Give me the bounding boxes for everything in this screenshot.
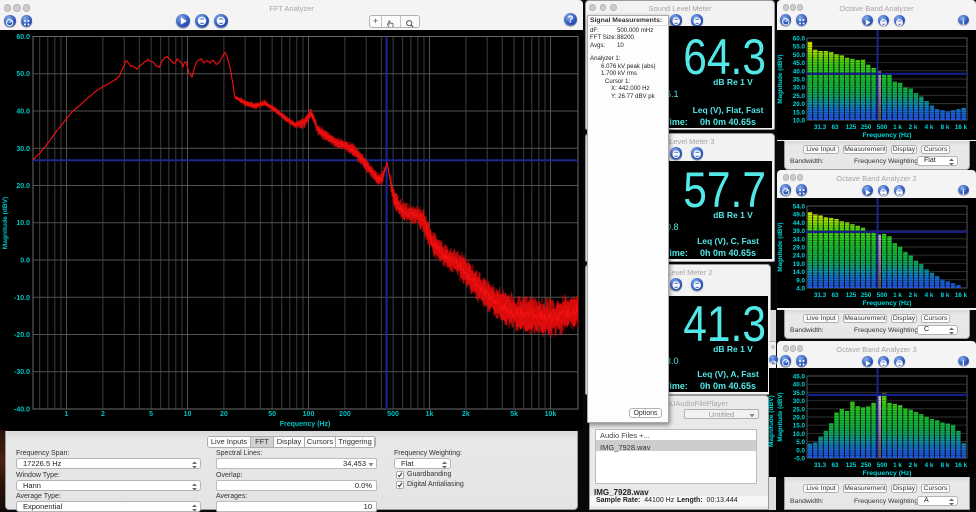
svg-text:54.0: 54.0 — [793, 204, 806, 211]
svg-text:Magnitude (dBV): Magnitude (dBV) — [777, 392, 784, 441]
svg-text:31.3: 31.3 — [814, 292, 827, 299]
svg-text:34.0: 34.0 — [793, 236, 806, 243]
svg-text:Frequency (Hz): Frequency (Hz) — [862, 470, 911, 477]
svg-text:5: 5 — [149, 411, 153, 418]
svg-text:0.0: 0.0 — [796, 447, 805, 454]
svg-text:49.0: 49.0 — [793, 212, 806, 219]
svg-text:-30.0: -30.0 — [14, 369, 30, 376]
svg-text:1: 1 — [65, 411, 69, 418]
svg-text:30.0: 30.0 — [793, 85, 806, 92]
svg-text:50: 50 — [268, 411, 276, 418]
svg-text:60.0: 60.0 — [793, 36, 806, 43]
svg-text:2: 2 — [101, 411, 105, 418]
svg-text:Magnitude (dBV): Magnitude (dBV) — [777, 222, 784, 271]
svg-text:9.0: 9.0 — [796, 277, 805, 284]
svg-text:10: 10 — [184, 411, 192, 418]
svg-text:31.3: 31.3 — [814, 124, 827, 131]
svg-text:Frequency (Hz): Frequency (Hz) — [280, 421, 331, 428]
svg-text:40.0: 40.0 — [16, 109, 30, 116]
svg-text:4 k: 4 k — [925, 462, 934, 469]
svg-text:i: i — [962, 359, 964, 368]
svg-text:4 k: 4 k — [925, 292, 934, 299]
svg-text:2k: 2k — [462, 411, 470, 418]
svg-text:-5.0: -5.0 — [794, 456, 805, 463]
svg-text:1 k: 1 k — [893, 292, 902, 299]
svg-text:4.0: 4.0 — [796, 286, 805, 293]
svg-text:29.0: 29.0 — [793, 245, 806, 252]
svg-text:40.0: 40.0 — [793, 382, 806, 389]
svg-text:1 k: 1 k — [893, 124, 902, 131]
svg-text:44.0: 44.0 — [793, 220, 806, 227]
svg-text:20.0: 20.0 — [793, 415, 806, 422]
svg-text:5k: 5k — [510, 411, 518, 418]
svg-text:i: i — [962, 18, 964, 27]
svg-text:25.0: 25.0 — [793, 93, 806, 100]
svg-text:25.0: 25.0 — [793, 406, 806, 413]
svg-text:500: 500 — [877, 462, 888, 469]
svg-text:16 k: 16 k — [955, 462, 968, 469]
svg-text:15.0: 15.0 — [793, 109, 806, 116]
svg-text:40.0: 40.0 — [793, 68, 806, 75]
svg-text:60.0: 60.0 — [16, 34, 30, 41]
svg-text:8 k: 8 k — [941, 292, 950, 299]
svg-text:16 k: 16 k — [955, 292, 968, 299]
svg-text:-10.0: -10.0 — [14, 295, 30, 302]
svg-text:Frequency (Hz): Frequency (Hz) — [862, 132, 911, 139]
svg-text:250: 250 — [861, 292, 872, 299]
svg-text:20.0: 20.0 — [16, 183, 30, 190]
svg-text:45.0: 45.0 — [793, 374, 806, 381]
svg-text:-40.0: -40.0 — [14, 407, 30, 414]
svg-text:45.0: 45.0 — [793, 60, 806, 67]
svg-text:8 k: 8 k — [941, 462, 950, 469]
svg-text:10.0: 10.0 — [793, 118, 806, 125]
svg-text:50.0: 50.0 — [16, 71, 30, 78]
svg-text:1 k: 1 k — [893, 462, 902, 469]
svg-text:2 k: 2 k — [909, 462, 918, 469]
svg-text:16 k: 16 k — [955, 124, 968, 131]
svg-text:200: 200 — [339, 411, 351, 418]
svg-text:10k: 10k — [545, 411, 557, 418]
svg-text:15.0: 15.0 — [793, 423, 806, 430]
svg-text:10.0: 10.0 — [16, 220, 30, 227]
svg-text:250: 250 — [861, 124, 872, 131]
svg-text:35.0: 35.0 — [793, 390, 806, 397]
svg-text:?: ? — [567, 14, 573, 25]
svg-text:250: 250 — [861, 462, 872, 469]
svg-text:Magnitude (dBV): Magnitude (dBV) — [2, 197, 9, 249]
svg-text:55.0: 55.0 — [793, 44, 806, 51]
svg-text:500: 500 — [387, 411, 399, 418]
svg-text:125: 125 — [846, 124, 857, 131]
svg-text:500: 500 — [877, 292, 888, 299]
svg-text:10.0: 10.0 — [793, 431, 806, 438]
svg-text:20: 20 — [220, 411, 228, 418]
svg-text:35.0: 35.0 — [793, 77, 806, 84]
svg-text:4 k: 4 k — [925, 124, 934, 131]
svg-text:39.0: 39.0 — [793, 228, 806, 235]
svg-text:14.0: 14.0 — [793, 269, 806, 276]
svg-text:2 k: 2 k — [909, 124, 918, 131]
svg-text:19.0: 19.0 — [793, 261, 806, 268]
svg-text:50.0: 50.0 — [793, 52, 806, 59]
svg-text:8 k: 8 k — [941, 124, 950, 131]
svg-text:500: 500 — [877, 124, 888, 131]
svg-text:i: i — [962, 188, 964, 197]
svg-text:100: 100 — [303, 411, 315, 418]
svg-text:63: 63 — [831, 292, 839, 299]
svg-text:24.0: 24.0 — [793, 253, 806, 260]
svg-text:5.0: 5.0 — [796, 439, 805, 446]
svg-text:63: 63 — [831, 462, 839, 469]
svg-text:0.0: 0.0 — [20, 258, 30, 265]
svg-text:30.0: 30.0 — [793, 398, 806, 405]
svg-text:2 k: 2 k — [909, 292, 918, 299]
svg-text:1k: 1k — [426, 411, 434, 418]
svg-text:20.0: 20.0 — [793, 101, 806, 108]
svg-text:-20.0: -20.0 — [14, 332, 30, 339]
svg-text:30.0: 30.0 — [16, 146, 30, 153]
svg-text:Magnitude (dBV): Magnitude (dBV) — [777, 54, 784, 103]
svg-text:63: 63 — [831, 124, 839, 131]
svg-text:31.3: 31.3 — [814, 462, 827, 469]
svg-text:Frequency (Hz): Frequency (Hz) — [862, 300, 911, 307]
svg-text:125: 125 — [846, 462, 857, 469]
svg-text:125: 125 — [846, 292, 857, 299]
